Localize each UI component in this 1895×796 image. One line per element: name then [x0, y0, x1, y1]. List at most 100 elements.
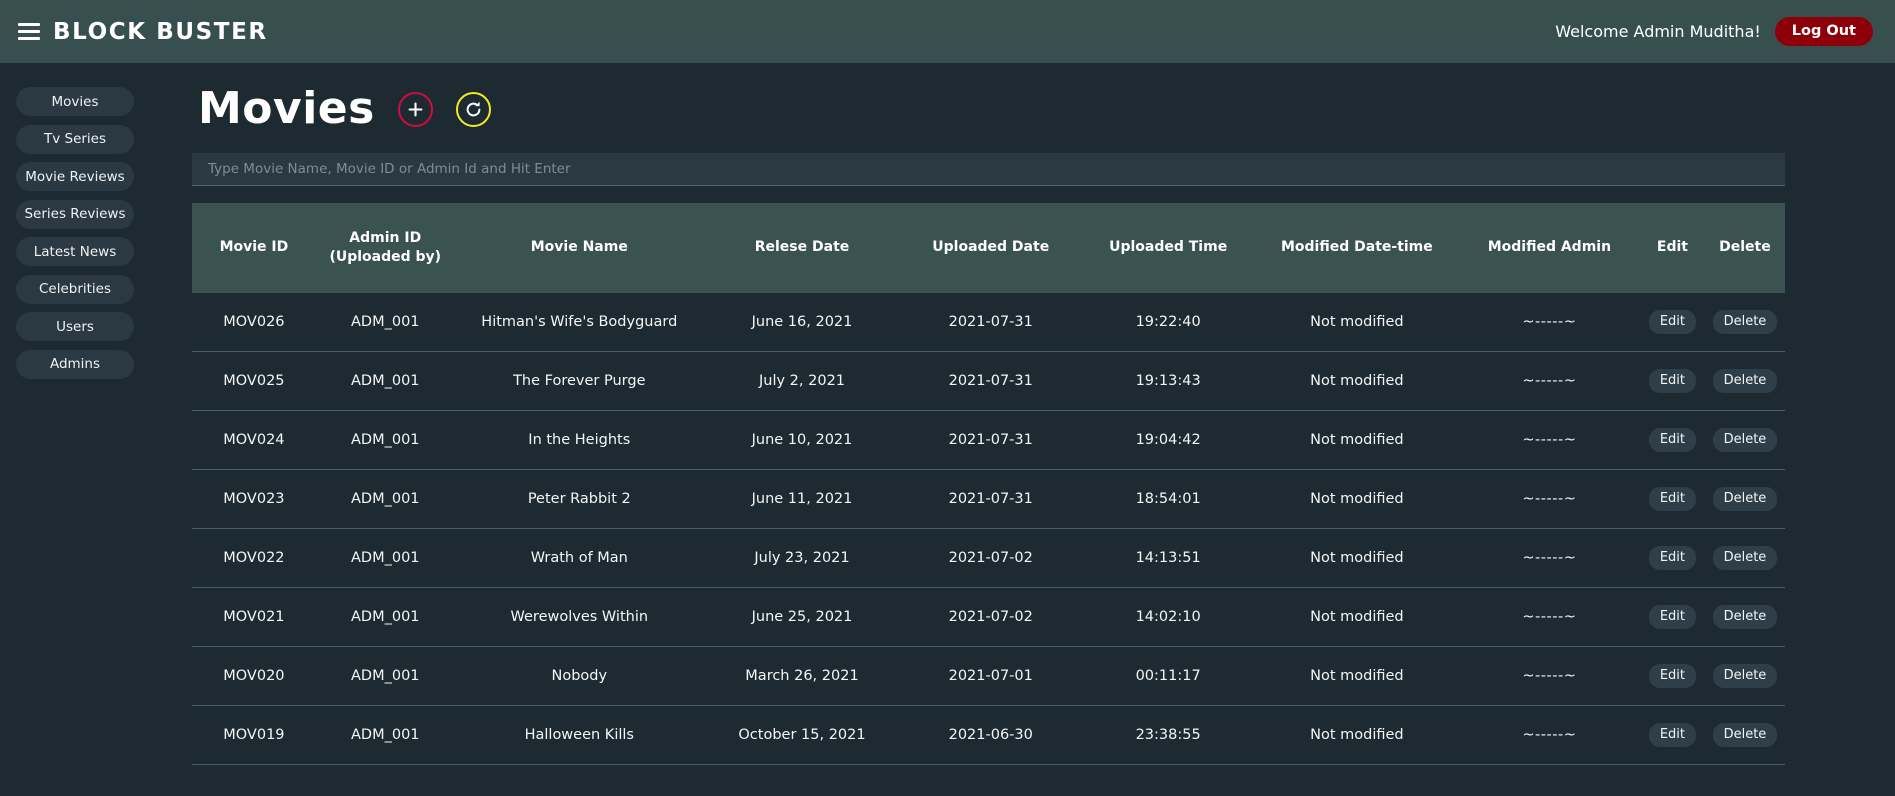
cell-modified-admin: ~-----~: [1522, 490, 1577, 507]
cell-movie-name: In the Heights: [528, 431, 631, 448]
cell-admin-id: ADM_001: [351, 372, 420, 389]
sidebar-item-movie-reviews[interactable]: Movie Reviews: [16, 162, 134, 191]
cell-modified-datetime: Not modified: [1310, 372, 1404, 389]
column-header-modified-datetime[interactable]: Modified Date-time: [1255, 203, 1459, 293]
welcome-message: Welcome Admin Muditha!: [1555, 22, 1761, 41]
cell-admin-id: ADM_001: [351, 608, 420, 625]
cell-delete: Delete: [1705, 410, 1785, 469]
delete-button[interactable]: Delete: [1712, 604, 1778, 629]
edit-button[interactable]: Edit: [1648, 604, 1697, 629]
cell-edit: Edit: [1640, 646, 1705, 705]
app-brand-title: BLOCK BUSTER: [53, 18, 268, 45]
column-header-admin-id[interactable]: Admin ID (Uploaded by): [316, 203, 455, 293]
edit-button[interactable]: Edit: [1648, 722, 1697, 747]
cell-movie-name: Halloween Kills: [524, 726, 634, 743]
column-header-release-date[interactable]: Relese Date: [704, 203, 900, 293]
edit-button[interactable]: Edit: [1648, 309, 1697, 334]
cell-movie-name: The Forever Purge: [513, 372, 646, 389]
sidebar-item-users[interactable]: Users: [16, 312, 134, 341]
cell-admin-id: ADM_001: [351, 313, 420, 330]
cell-release-date: June 16, 2021: [751, 313, 853, 330]
cell-release-date: June 25, 2021: [751, 608, 853, 625]
edit-button[interactable]: Edit: [1648, 486, 1697, 511]
cell-edit: Edit: [1640, 410, 1705, 469]
column-header-admin-id-line1: Admin ID: [349, 230, 422, 246]
cell-uploaded-time: 18:54:01: [1135, 490, 1201, 507]
cell-admin-id: ADM_001: [351, 726, 420, 743]
delete-button[interactable]: Delete: [1712, 309, 1778, 334]
hamburger-menu-icon[interactable]: [18, 23, 40, 40]
cell-release-date: June 11, 2021: [751, 490, 853, 507]
refresh-icon: [464, 100, 483, 119]
cell-movie-name: Wrath of Man: [530, 549, 628, 566]
cell-modified-datetime: Not modified: [1310, 431, 1404, 448]
cell-movie-name: Werewolves Within: [510, 608, 649, 625]
delete-button[interactable]: Delete: [1712, 427, 1778, 452]
search-bar: [192, 147, 1785, 186]
cell-edit: Edit: [1640, 469, 1705, 528]
refresh-button[interactable]: [455, 91, 491, 127]
cell-movie-id: MOV022: [223, 549, 285, 566]
sidebar-item-admins[interactable]: Admins: [16, 349, 134, 379]
table-row: MOV025 ADM_001 The Forever Purge July 2, 20…: [192, 351, 1785, 411]
delete-button[interactable]: Delete: [1712, 663, 1778, 688]
sidebar-navigation: Movies Tv Series Movie Reviews Series Revie…: [0, 63, 158, 379]
column-header-modified-admin[interactable]: Modified Admin: [1459, 203, 1640, 293]
edit-button[interactable]: Edit: [1648, 427, 1697, 452]
cell-movie-name: Peter Rabbit 2: [527, 490, 631, 507]
edit-button[interactable]: Edit: [1648, 368, 1697, 393]
brand-group: BLOCK BUSTER: [18, 19, 268, 45]
cell-release-date: June 10, 2021: [751, 431, 853, 448]
sidebar-item-latest-news[interactable]: Latest News: [16, 237, 134, 266]
cell-modified-datetime: Not modified: [1310, 490, 1404, 507]
page-layout: Movies Tv Series Movie Reviews Series Revie…: [0, 63, 1895, 796]
cell-modified-admin: ~-----~: [1522, 608, 1577, 625]
sidebar-item-tv-series[interactable]: Tv Series: [16, 124, 134, 154]
cell-uploaded-time: 19:13:43: [1135, 372, 1201, 389]
cell-movie-id: MOV024: [223, 431, 285, 448]
cell-movie-id: MOV026: [223, 313, 285, 330]
cell-movie-id: MOV019: [223, 726, 285, 743]
cell-modified-datetime: Not modified: [1310, 549, 1404, 566]
sidebar-item-celebrities[interactable]: Celebrities: [16, 274, 134, 304]
edit-button[interactable]: Edit: [1648, 545, 1697, 570]
column-header-uploaded-time[interactable]: Uploaded Time: [1081, 203, 1255, 293]
cell-uploaded-date: 2021-07-31: [948, 313, 1033, 330]
table-row: MOV022 ADM_001 Wrath of Man July 23, 2021 20…: [192, 528, 1785, 588]
cell-admin-id: ADM_001: [351, 549, 420, 566]
cell-uploaded-time: 14:02:10: [1135, 608, 1201, 625]
cell-uploaded-time: 23:38:55: [1135, 726, 1201, 743]
column-header-uploaded-date[interactable]: Uploaded Date: [900, 203, 1081, 293]
sidebar-item-movies[interactable]: Movies: [16, 87, 134, 116]
cell-uploaded-date: 2021-06-30: [948, 726, 1033, 743]
logout-button[interactable]: Log Out: [1774, 17, 1873, 46]
table-header-row: Movie ID Admin ID (Uploaded by) Movie Na…: [192, 203, 1785, 293]
cell-modified-datetime: Not modified: [1310, 667, 1404, 684]
movies-table-container: Movie ID Admin ID (Uploaded by) Movie Na…: [192, 203, 1785, 765]
edit-button[interactable]: Edit: [1648, 663, 1697, 688]
search-input[interactable]: [192, 153, 1785, 186]
delete-button[interactable]: Delete: [1712, 722, 1778, 747]
cell-edit: Edit: [1640, 528, 1705, 587]
cell-edit: Edit: [1640, 587, 1705, 646]
cell-delete: Delete: [1705, 705, 1785, 764]
column-header-edit: Edit: [1656, 239, 1688, 256]
delete-button[interactable]: Delete: [1712, 368, 1778, 393]
table-body: MOV026 ADM_001 Hitman's Wife's Bodyguard Ju…: [192, 293, 1785, 765]
cell-admin-id: ADM_001: [351, 431, 420, 448]
movies-table: Movie ID Admin ID (Uploaded by) Movie Na…: [192, 203, 1785, 765]
column-header-movie-id[interactable]: Movie ID: [192, 203, 316, 293]
sidebar-item-series-reviews[interactable]: Series Reviews: [16, 199, 134, 229]
cell-uploaded-time: 00:11:17: [1135, 667, 1201, 684]
add-movie-button[interactable]: [397, 91, 433, 127]
cell-uploaded-time: 19:04:42: [1135, 431, 1201, 448]
delete-button[interactable]: Delete: [1712, 486, 1778, 511]
cell-release-date: October 15, 2021: [738, 726, 866, 743]
cell-edit: Edit: [1640, 351, 1705, 410]
table-row: MOV023 ADM_001 Peter Rabbit 2 June 11, 2021…: [192, 469, 1785, 529]
delete-button[interactable]: Delete: [1712, 545, 1778, 570]
table-row: MOV020 ADM_001 Nobody March 26, 2021 2021-07…: [192, 646, 1785, 706]
column-header-admin-id-line2: (Uploaded by): [329, 248, 442, 265]
column-header-movie-name[interactable]: Movie Name: [455, 203, 704, 293]
table-row: MOV021 ADM_001 Werewolves Within June 25, 2…: [192, 587, 1785, 647]
